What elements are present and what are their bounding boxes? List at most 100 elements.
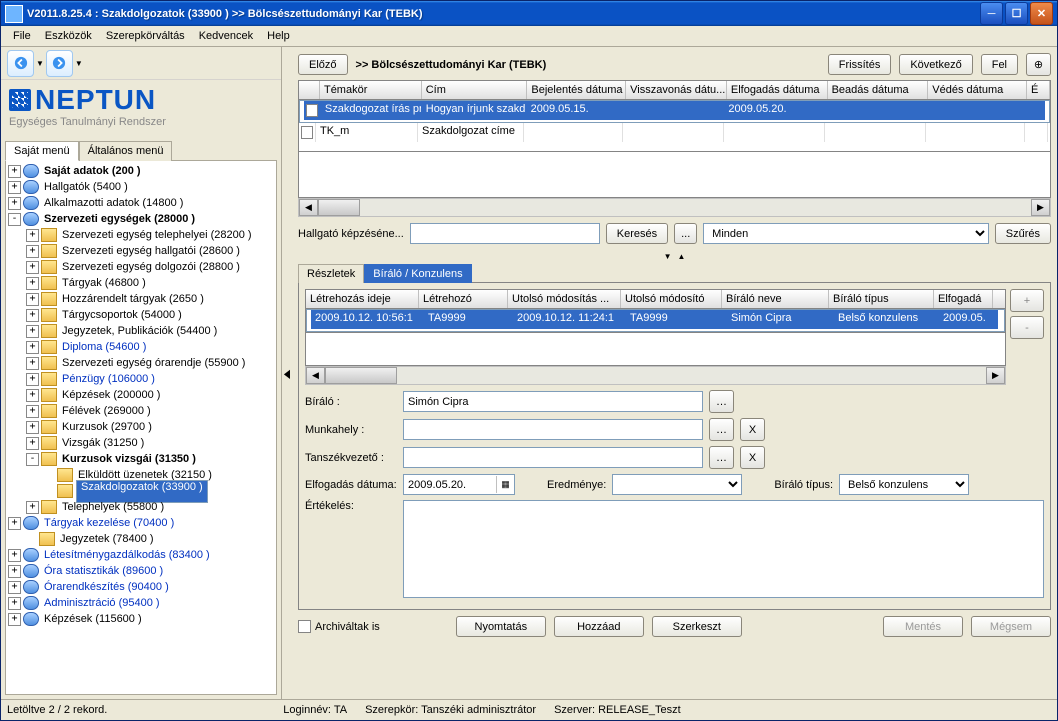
prev-button[interactable]: Előző (298, 54, 348, 75)
tree-expander[interactable]: + (26, 261, 39, 274)
up-button[interactable]: Fel (981, 54, 1018, 75)
nav-fwd-button[interactable] (46, 50, 73, 77)
menu-fav[interactable]: Kedvencek (193, 28, 259, 44)
menu-tools[interactable]: Eszközök (39, 28, 98, 44)
search-button[interactable]: Keresés (606, 223, 668, 244)
munkahely-lookup-button[interactable]: … (709, 418, 734, 441)
tree-label[interactable]: Jegyzetek, Publikációk (54400 ) (60, 325, 219, 337)
tree-node[interactable]: -Szervezeti egységek (28000 ) (8, 211, 274, 227)
tree-label[interactable]: Szakdolgozatok (33900 ) (76, 480, 208, 503)
tree-node[interactable]: +Tárgycsoportok (54000 ) (8, 307, 274, 323)
tree-label[interactable]: Szervezeti egység dolgozói (28800 ) (60, 261, 242, 273)
tree-label[interactable]: Képzések (115600 ) (42, 613, 144, 625)
tree-label[interactable]: Kurzusok vizsgái (31350 ) (60, 453, 198, 465)
table-row[interactable]: TK_mSzakdolgozat címe (299, 123, 1050, 142)
biralo-lookup-button[interactable]: … (709, 390, 734, 413)
tree-node[interactable]: +Képzések (200000 ) (8, 387, 274, 403)
tree-label[interactable]: Hozzárendelt tárgyak (2650 ) (60, 293, 206, 305)
column-header[interactable]: Beadás dátuma (828, 81, 929, 99)
tree-node[interactable]: +Szervezeti egység hallgatói (28600 ) (8, 243, 274, 259)
tree-expander[interactable]: + (26, 309, 39, 322)
column-header[interactable]: Bejelentés dátuma (527, 81, 626, 99)
tree-node[interactable]: +Telephelyek (55800 ) (8, 499, 274, 515)
tree-node[interactable]: +Hallgatók (5400 ) (8, 179, 274, 195)
nav-back-button[interactable] (7, 50, 34, 77)
tanszek-lookup-button[interactable]: … (709, 446, 734, 469)
horizontal-splitter[interactable]: ▼▲ (298, 252, 1051, 261)
tree-expander[interactable]: + (8, 197, 21, 210)
tree-label[interactable]: Pénzügy (106000 ) (60, 373, 157, 385)
biralo-input[interactable] (403, 391, 703, 412)
row-checkbox[interactable] (299, 123, 316, 142)
tree-expander[interactable] (44, 486, 55, 497)
row-checkbox[interactable] (304, 101, 321, 120)
add-row-button[interactable]: + (1010, 289, 1044, 312)
tree-node[interactable]: + Jegyzetek, Publikációk (54400 ) (8, 323, 274, 339)
tree-expander[interactable]: + (8, 597, 21, 610)
sub-grid[interactable]: Létrehozás idejeLétrehozóUtolsó módosítá… (305, 289, 1006, 333)
tree-label[interactable]: Szervezeti egységek (28000 ) (42, 213, 197, 225)
tree-node[interactable]: +Diploma (54600 ) (8, 339, 274, 355)
eredmeny-select[interactable] (612, 474, 742, 495)
tab-own-menu[interactable]: Saját menü (5, 141, 79, 161)
tree-label[interactable]: Vizsgák (31250 ) (60, 437, 146, 449)
tree-label[interactable]: Létesítménygazdálkodás (83400 ) (42, 549, 212, 561)
tree-expander[interactable]: + (26, 405, 39, 418)
column-header[interactable]: Elfogadás dátuma (727, 81, 828, 99)
tree-label[interactable]: Adminisztráció (95400 ) (42, 597, 162, 609)
tree-node[interactable]: +Létesítménygazdálkodás (83400 ) (8, 547, 274, 563)
tree-label[interactable]: Hallgatók (5400 ) (42, 181, 130, 193)
tree-expander[interactable]: + (8, 517, 21, 530)
close-button[interactable]: ✕ (1030, 2, 1053, 25)
biralo-tipus-select[interactable]: Belső konzulens (839, 474, 969, 495)
tree-node[interactable]: +Saját adatok (200 ) (8, 163, 274, 179)
tab-general-menu[interactable]: Általános menü (79, 141, 173, 161)
refresh-button[interactable]: Frissítés (828, 54, 892, 75)
tree-expander[interactable]: + (8, 613, 21, 626)
subtab-reviewer[interactable]: Bíráló / Konzulens (364, 264, 471, 283)
tree-label[interactable]: Telephelyek (55800 ) (60, 501, 166, 513)
column-header[interactable]: Bíráló neve (722, 290, 829, 308)
tree-node[interactable]: + Órarendkészítés (90400 ) (8, 579, 274, 595)
column-header[interactable]: Utolsó módosítás ... (508, 290, 621, 308)
tree-expander[interactable]: + (26, 325, 39, 338)
pin-button[interactable]: ⊕ (1026, 53, 1051, 76)
edit-button[interactable]: Szerkeszt (652, 616, 742, 637)
tree-label[interactable]: Szervezeti egység hallgatói (28600 ) (60, 245, 242, 257)
column-header[interactable] (299, 81, 320, 99)
tree-expander[interactable]: + (8, 581, 21, 594)
tree-expander[interactable]: + (26, 229, 39, 242)
tree-node[interactable]: + Szervezeti egység dolgozói (28800 ) (8, 259, 274, 275)
calendar-icon[interactable]: ▦ (496, 476, 514, 493)
tree-label[interactable]: Szervezeti egység órarendje (55900 ) (60, 357, 247, 369)
main-grid[interactable]: TémakörCímBejelentés dátumaVisszavonás d… (298, 80, 1051, 152)
tree-node[interactable]: +Félévek (269000 ) (8, 403, 274, 419)
tree-expander[interactable]: + (26, 389, 39, 402)
column-header[interactable]: Cím (422, 81, 528, 99)
subgrid-hscroll[interactable]: ◀▶ (305, 366, 1006, 385)
tree-expander[interactable]: + (26, 421, 39, 434)
tree-node[interactable]: Szakdolgozatok (33900 ) (8, 483, 274, 499)
scroll-right-icon[interactable]: ▶ (1031, 199, 1050, 216)
tree-node[interactable]: + Tárgyak kezelése (70400 ) (8, 515, 274, 531)
maximize-button[interactable]: ☐ (1005, 2, 1028, 25)
tree-node[interactable]: +Alkalmazotti adatok (14800 ) (8, 195, 274, 211)
table-row[interactable]: Szakdogozat írás prHogyan írjunk szakd20… (299, 100, 1050, 123)
tree-label[interactable]: Jegyzetek (78400 ) (58, 533, 156, 545)
tree-node[interactable]: +Óra statisztikák (89600 ) (8, 563, 274, 579)
tree-node[interactable]: + Adminisztráció (95400 ) (8, 595, 274, 611)
column-header[interactable]: Bíráló típus (829, 290, 934, 308)
tree-label[interactable]: Szervezeti egység telephelyei (28200 ) (60, 229, 254, 241)
tree-expander[interactable]: + (26, 277, 39, 290)
print-button[interactable]: Nyomtatás (456, 616, 546, 637)
next-button[interactable]: Következő (899, 54, 972, 75)
tree-label[interactable]: Órarendkészítés (90400 ) (42, 581, 171, 593)
ertekeles-textarea[interactable] (403, 500, 1044, 598)
search-input[interactable] (410, 223, 600, 244)
tree-expander[interactable]: + (8, 565, 21, 578)
tree-label[interactable]: Tárgyak kezelése (70400 ) (42, 517, 176, 529)
tree-node[interactable]: +Szervezeti egység órarendje (55900 ) (8, 355, 274, 371)
subtab-details[interactable]: Részletek (298, 264, 364, 283)
add-button[interactable]: Hozzáad (554, 616, 644, 637)
menu-role[interactable]: Szerepkörváltás (100, 28, 191, 44)
